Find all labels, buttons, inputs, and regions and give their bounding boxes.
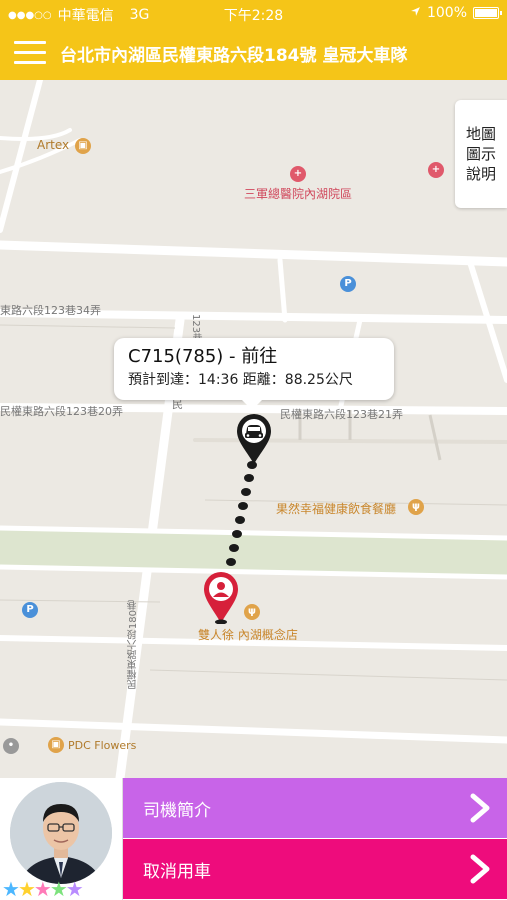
parking-icon: P [22, 602, 38, 618]
taxi-marker-icon[interactable] [235, 413, 273, 465]
cancel-ride-button[interactable]: 取消用車 [123, 839, 507, 899]
driver-intro-button[interactable]: 司機簡介 [123, 778, 507, 838]
passenger-marker-icon[interactable] [202, 570, 240, 624]
poi-label-flowers: PDC Flowers [68, 739, 137, 752]
cancel-ride-label: 取消用車 [143, 861, 211, 882]
restaurant-icon: ψ [408, 499, 424, 515]
legend-line-1: 地圖 [465, 125, 496, 143]
nav-bar: 台北市內湖區民權東路六段184號 皇冠大車隊 [0, 26, 507, 80]
poi-label-restaurant: 果然幸福健康飲食餐廳 [276, 502, 397, 516]
battery-percent: 100% [426, 5, 467, 21]
bottom-panel: ★★★★★ 司機簡介 取消用車 [0, 778, 507, 900]
chevron-right-icon [470, 854, 490, 884]
legend-line-2: 圖示 [465, 145, 496, 163]
battery-icon [473, 7, 502, 19]
road-label: 民權東路六段180巷 [128, 600, 139, 690]
taxi-info-eta-distance: 預計到達：14:36 距離：88.25公尺 [128, 372, 353, 388]
restaurant-icon: ψ [244, 604, 260, 620]
pickup-address-title: 台北市內湖區民權東路六段184號 皇冠大車隊 [60, 46, 408, 66]
poi-dot-icon: • [3, 738, 19, 754]
menu-icon[interactable] [14, 39, 46, 67]
shopping-bag-icon: ▣ [75, 138, 91, 154]
driver-photo-panel[interactable]: ★★★★★ [0, 778, 123, 900]
legend-line-3: 說明 [465, 165, 496, 183]
hospital-icon: + [290, 166, 306, 182]
driver-rating-stars-icon: ★★★★★ [2, 877, 84, 900]
taxi-info-bubble[interactable]: C715(785) - 前往 預計到達：14:36 距離：88.25公尺 [114, 338, 394, 410]
location-arrow-icon [410, 5, 421, 21]
poi-label-artex: Artex [37, 138, 70, 152]
hospital-icon: + [428, 162, 444, 178]
map-legend-button[interactable]: 地圖 圖示 說明 [455, 100, 507, 208]
parking-icon: P [340, 276, 356, 292]
road-label: 民權東路六段123巷20弄 [0, 405, 123, 418]
status-bar: ●●●○○ 中華電信 3G 下午2:28 100% [0, 0, 507, 26]
chevron-right-icon [470, 793, 490, 823]
road-label: 民權東路六段123巷21弄 [280, 408, 403, 421]
taxi-info-title: C715(785) - 前往 [128, 346, 278, 367]
driver-intro-label: 司機簡介 [143, 800, 211, 821]
driver-avatar [10, 782, 112, 884]
shopping-bag-icon: ▣ [48, 737, 64, 753]
map-view[interactable]: 東路六段123巷34弄 民權東路六段123巷20弄 民權東路六段123巷21弄 … [0, 80, 507, 778]
poi-label-shop: 雙人徐 內湖概念店 [198, 628, 298, 642]
road-label: 東路六段123巷34弄 [0, 304, 101, 317]
poi-label-hospital: 三軍總醫院內湖院區 [244, 187, 353, 201]
